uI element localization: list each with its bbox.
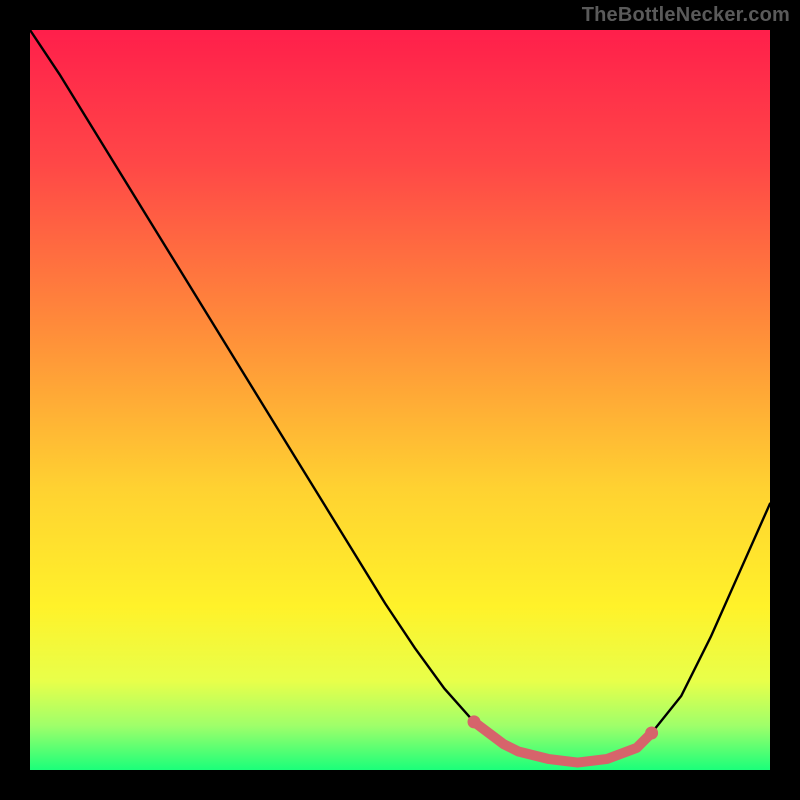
plot-area (30, 30, 770, 770)
chart-svg (30, 30, 770, 770)
chart-container: TheBottleNecker.com (0, 0, 800, 800)
gradient-background (30, 30, 770, 770)
watermark-text: TheBottleNecker.com (582, 4, 790, 27)
